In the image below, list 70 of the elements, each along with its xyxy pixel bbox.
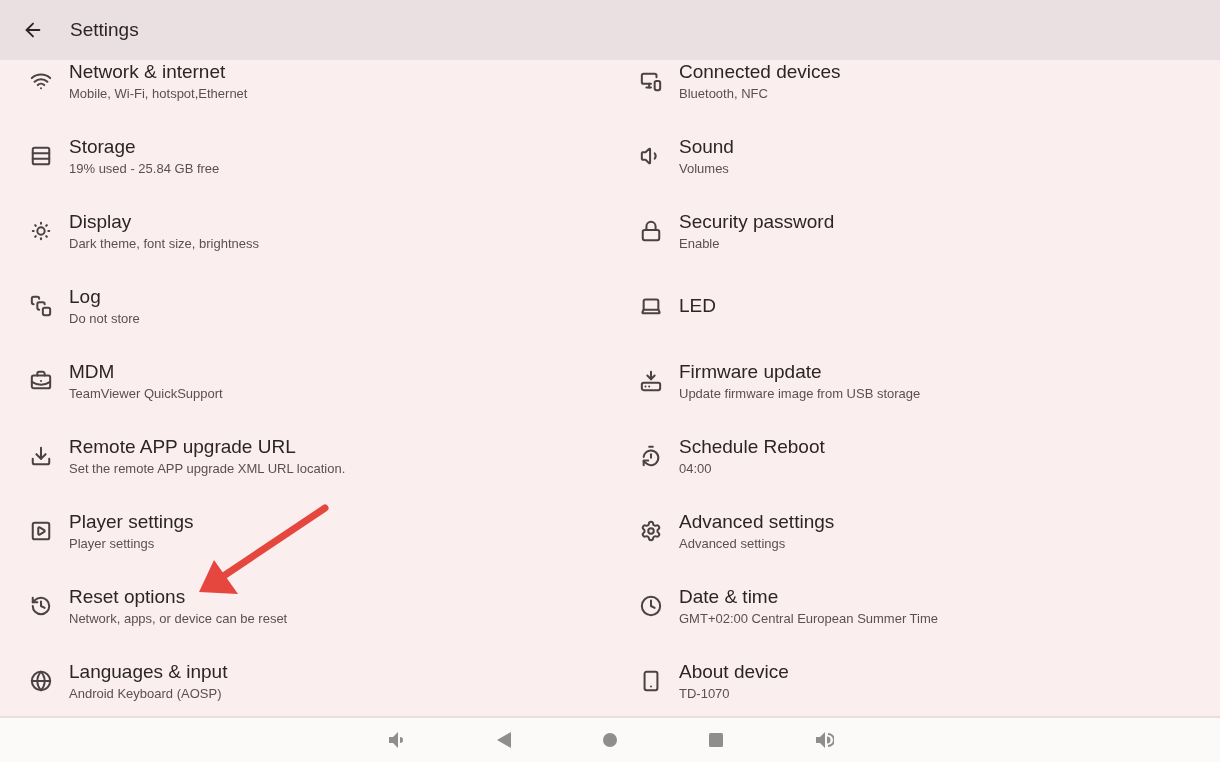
item-subtitle: Player settings [69, 535, 156, 551]
item-subtitle: Android Keyboard (AOSP) [69, 685, 223, 701]
item-title: Remote APP upgrade URL [69, 435, 297, 458]
item-title: Sound [679, 135, 734, 158]
settings-item[interactable]: Schedule Reboot 04:00 [610, 418, 1220, 493]
settings-item[interactable]: Log Do not store [0, 268, 610, 343]
settings-item[interactable]: Date & time GMT+02:00 Central European Summer Time [610, 568, 1220, 643]
settings-item[interactable]: Languages & input Android Keyboard (AOSP) [0, 643, 610, 716]
item-subtitle: Mobile, Wi-Fi, hotspot,Ethernet [69, 85, 248, 101]
settings-item[interactable]: Security password Enable [610, 193, 1220, 268]
item-title: LED [679, 294, 716, 317]
item-subtitle: TD-1070 [679, 685, 731, 701]
settings-item[interactable]: About device TD-1070 [610, 643, 1220, 716]
item-subtitle: Update firmware image from USB storage [679, 385, 921, 401]
item-title: Security password [679, 210, 835, 233]
item-title: Network & internet [69, 60, 227, 83]
timer-icon [640, 444, 662, 467]
item-subtitle: Do not store [69, 310, 140, 326]
clock-icon [640, 594, 662, 617]
item-subtitle: GMT+02:00 Central European Summer Time [679, 610, 939, 626]
settings-item[interactable]: Remote APP upgrade URL Set the remote APP upgrade XML URL location. [0, 418, 610, 493]
settings-item[interactable]: Network & internet Mobile, Wi-Fi, hotspot,Ethernet [0, 60, 610, 118]
item-title: Reset options [69, 585, 187, 608]
settings-icon [640, 519, 662, 542]
brightness-icon [30, 219, 52, 242]
item-subtitle: Bluetooth, NFC [679, 85, 769, 101]
item-subtitle: Set the remote APP upgrade XML URL location. [69, 460, 346, 476]
item-title: MDM [69, 360, 116, 383]
settings-item[interactable]: Advanced settings Advanced settings [610, 493, 1220, 568]
lock-icon [640, 219, 662, 242]
storage-icon [30, 144, 52, 167]
item-subtitle: 19% used - 25.84 GB free [69, 160, 220, 176]
volume-down-button[interactable] [386, 730, 406, 750]
item-title: Log [69, 285, 102, 308]
globe-icon [30, 669, 52, 692]
settings-item[interactable]: Sound Volumes [610, 118, 1220, 193]
item-title: Connected devices [679, 60, 841, 83]
item-title: About device [679, 660, 789, 683]
item-title: Date & time [679, 585, 780, 608]
item-subtitle: Network, apps, or device can be reset [69, 610, 288, 626]
page-title: Settings [70, 19, 139, 41]
settings-item[interactable]: Reset options Network, apps, or device can be reset [0, 568, 610, 643]
item-title: Advanced settings [679, 510, 835, 533]
home-button[interactable] [602, 732, 618, 748]
item-title: Player settings [69, 510, 194, 533]
item-title: Display [69, 210, 133, 233]
settings-item[interactable]: Firmware update Update firmware image from USB storage [610, 343, 1220, 418]
item-subtitle: 04:00 [679, 460, 713, 476]
item-subtitle: TeamViewer QuickSupport [69, 385, 223, 401]
item-title: Languages & input [69, 660, 228, 683]
recents-button[interactable] [708, 732, 724, 748]
settings-item[interactable]: Connected devices Bluetooth, NFC [610, 60, 1220, 118]
play-icon [30, 519, 52, 542]
settings-item[interactable]: LED [610, 268, 1220, 343]
item-title: Schedule Reboot [679, 435, 825, 458]
item-subtitle: Advanced settings [679, 535, 787, 551]
item-subtitle: Enable [679, 235, 721, 251]
settings-item[interactable]: MDM TeamViewer QuickSupport [0, 343, 610, 418]
firmware-icon [640, 369, 662, 392]
settings-item[interactable]: Player settings Player settings [0, 493, 610, 568]
download-icon [30, 444, 52, 467]
item-title: Storage [69, 135, 137, 158]
settings-item[interactable]: Display Dark theme, font size, brightness [0, 193, 610, 268]
briefcase-icon [30, 369, 52, 392]
history-icon [30, 594, 52, 617]
settings-item[interactable]: Storage 19% used - 25.84 GB free [0, 118, 610, 193]
item-subtitle: Dark theme, font size, brightness [69, 235, 260, 251]
item-title: Firmware update [679, 360, 823, 383]
item-subtitle: Volumes [679, 160, 730, 176]
volume-up-button[interactable] [814, 730, 834, 750]
